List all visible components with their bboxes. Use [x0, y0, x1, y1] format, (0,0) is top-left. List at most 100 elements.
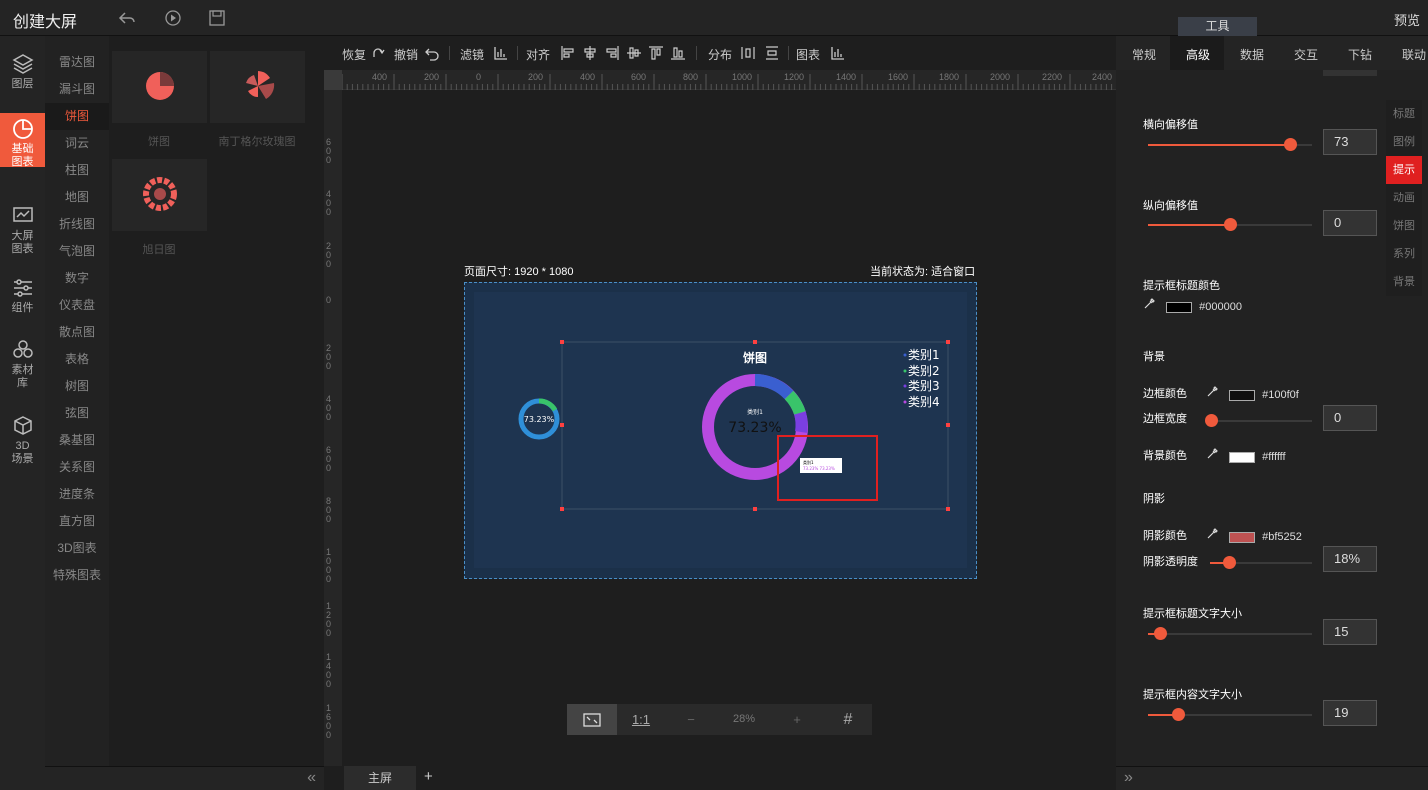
zoom-in-button[interactable]: +	[772, 704, 822, 735]
category-item[interactable]: 进度条	[45, 481, 109, 508]
fit-window-button[interactable]	[567, 704, 617, 735]
category-item[interactable]: 仪表盘	[45, 292, 109, 319]
distribute-v-icon[interactable]	[764, 45, 780, 61]
nav-3d-scene[interactable]: 3D 场景	[0, 410, 45, 465]
title-font-slider[interactable]	[1148, 627, 1312, 640]
h-offset-slider[interactable]	[1148, 138, 1312, 151]
back-icon[interactable]	[118, 9, 136, 27]
nav-components[interactable]: 组件	[0, 272, 45, 326]
title-color-swatch[interactable]	[1166, 301, 1193, 313]
save-icon[interactable]	[208, 9, 226, 27]
zoom-out-button[interactable]: −	[667, 704, 715, 735]
align-bottom-icon[interactable]	[670, 45, 686, 61]
align-button[interactable]: 对齐	[526, 46, 550, 63]
filter-button[interactable]: 滤镜	[460, 46, 484, 63]
category-item[interactable]: 表格	[45, 346, 109, 373]
align-right-icon[interactable]	[604, 45, 620, 61]
category-item[interactable]: 特殊图表	[45, 562, 109, 589]
side-tab-series[interactable]: 系列	[1386, 240, 1422, 268]
side-tab-tooltip[interactable]: 提示	[1386, 156, 1422, 184]
title-color-row[interactable]: #000000	[1143, 296, 1242, 313]
chart-icon[interactable]	[830, 45, 846, 61]
side-tab-background[interactable]: 背景	[1386, 268, 1422, 296]
tab-advanced[interactable]: 高级	[1186, 46, 1210, 63]
v-offset-input[interactable]: 0	[1323, 210, 1377, 236]
category-item[interactable]: 漏斗图	[45, 76, 109, 103]
slider-knob[interactable]	[1154, 627, 1167, 640]
add-screen-button[interactable]: +	[424, 768, 433, 785]
main-donut-chart[interactable]: 类别1 73.23%	[702, 374, 808, 480]
tab-data[interactable]: 数据	[1240, 46, 1264, 63]
collapse-right-icon[interactable]: »	[1124, 769, 1133, 787]
nav-layers[interactable]: 图层	[0, 48, 45, 102]
side-tab-animation[interactable]: 动画	[1386, 184, 1422, 212]
category-item[interactable]: 树图	[45, 373, 109, 400]
play-icon[interactable]	[164, 9, 182, 27]
shadow-color-row[interactable]: #bf5252	[1206, 526, 1302, 543]
shadow-opacity-slider[interactable]	[1210, 556, 1312, 569]
side-tab-title[interactable]: 标题	[1386, 100, 1422, 128]
category-item[interactable]: 雷达图	[45, 49, 109, 76]
small-donut-chart[interactable]: 73.23%	[518, 398, 560, 440]
category-item[interactable]: 桑基图	[45, 427, 109, 454]
eyedropper-icon[interactable]	[1206, 446, 1220, 463]
redo-button[interactable]: 恢复	[342, 46, 366, 63]
category-item-active[interactable]: 饼图	[45, 103, 109, 130]
nav-big-screen-charts[interactable]: 大屏 图表	[0, 200, 45, 255]
tools-tab[interactable]: 工具	[1178, 17, 1257, 36]
title-font-input[interactable]: 15	[1323, 619, 1377, 645]
v-offset-slider[interactable]	[1148, 218, 1312, 231]
nav-materials[interactable]: 素材 库	[0, 334, 45, 389]
category-item[interactable]: 柱图	[45, 157, 109, 184]
align-center-h-icon[interactable]	[582, 45, 598, 61]
category-item[interactable]: 折线图	[45, 211, 109, 238]
nav-basic-charts[interactable]: 基础 图表	[0, 113, 45, 168]
align-middle-icon[interactable]	[648, 45, 664, 61]
one-to-one-button[interactable]: 1:1	[617, 704, 665, 735]
eyedropper-icon[interactable]	[1206, 526, 1220, 543]
category-item[interactable]: 关系图	[45, 454, 109, 481]
thumb-rose[interactable]	[210, 51, 305, 123]
category-item[interactable]: 词云	[45, 130, 109, 157]
align-top-icon[interactable]	[626, 45, 642, 61]
border-width-input[interactable]: 0	[1323, 405, 1377, 431]
side-tab-pie[interactable]: 饼图	[1386, 212, 1422, 240]
h-offset-input[interactable]: 73	[1323, 129, 1377, 155]
slider-knob[interactable]	[1284, 138, 1297, 151]
category-item[interactable]: 弦图	[45, 400, 109, 427]
bar-chart-icon[interactable]	[493, 45, 509, 61]
shadow-color-swatch[interactable]	[1229, 531, 1256, 543]
border-color-row[interactable]: #100f0f	[1206, 384, 1299, 401]
tab-general[interactable]: 常规	[1132, 46, 1156, 63]
thumb-pie[interactable]	[112, 51, 207, 123]
redo-icon[interactable]	[371, 45, 387, 61]
tab-interaction[interactable]: 交互	[1294, 46, 1318, 63]
distribute-button[interactable]: 分布	[708, 46, 732, 63]
eyedropper-icon[interactable]	[1143, 296, 1157, 313]
category-item[interactable]: 地图	[45, 184, 109, 211]
side-tab-legend[interactable]: 图例	[1386, 128, 1422, 156]
grid-toggle-button[interactable]: #	[824, 704, 872, 735]
category-item[interactable]: 3D图表	[45, 535, 109, 562]
slider-knob[interactable]	[1205, 414, 1218, 427]
screen-tab-main[interactable]: 主屏	[344, 766, 416, 790]
preview-button[interactable]: 预览	[1394, 10, 1420, 29]
body-font-input[interactable]: 19	[1323, 700, 1377, 726]
thumb-sunburst[interactable]	[112, 159, 207, 231]
tab-drilldown[interactable]: 下钻	[1348, 46, 1372, 63]
category-item[interactable]: 直方图	[45, 508, 109, 535]
undo-button[interactable]: 撤销	[394, 46, 418, 63]
tab-linkage[interactable]: 联动	[1402, 46, 1426, 63]
eyedropper-icon[interactable]	[1206, 384, 1220, 401]
category-item[interactable]: 散点图	[45, 319, 109, 346]
screen-page[interactable]: 73.23% 饼图 类别1 73.23% 类别1 类别2 类别3 类别4 类别1…	[464, 282, 977, 579]
category-item[interactable]: 数字	[45, 265, 109, 292]
align-left-icon[interactable]	[560, 45, 576, 61]
bg-color-row[interactable]: #ffffff	[1206, 446, 1286, 463]
body-font-slider[interactable]	[1148, 708, 1312, 721]
slider-knob[interactable]	[1172, 708, 1185, 721]
collapse-left-icon[interactable]: «	[307, 769, 316, 787]
distribute-h-icon[interactable]	[740, 45, 756, 61]
border-color-swatch[interactable]	[1229, 389, 1256, 401]
chart-button[interactable]: 图表	[796, 46, 820, 63]
